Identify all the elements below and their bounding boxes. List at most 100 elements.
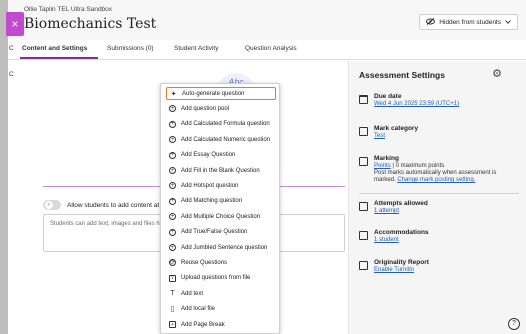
allow-content-toggle[interactable] (43, 200, 61, 210)
close-button[interactable]: × (6, 12, 24, 36)
tab-student-activity[interactable]: Student Activity (174, 45, 218, 52)
menu-item[interactable]: + Add Page Break (166, 318, 276, 331)
menu-item[interactable]: + Add Jumbled Sentence question (166, 241, 276, 254)
menu-item-label: Add Calculated Numeric question (181, 136, 271, 143)
mark-category-label: Mark category (374, 125, 419, 132)
menu-item[interactable]: + Add Calculated Numeric question (166, 133, 276, 146)
active-tab-indicator (20, 57, 98, 59)
accommodations-section: Accommodations 1 student (359, 229, 429, 243)
tab-bar: C Content and Settings Submissions (0) S… (8, 40, 526, 60)
menu-item[interactable]: + Add Multiple Choice Question (166, 210, 276, 223)
marking-section: Marking Points | 0 maximum points Post m… (359, 155, 496, 183)
assessment-settings-panel: Assessment Settings ⚙ Due date Wed 4 Jun… (348, 61, 526, 334)
accommodations-link[interactable]: 1 student (374, 237, 429, 243)
menu-item-label: Auto-generate question (182, 90, 245, 97)
page-title: Biomechanics Test (24, 16, 157, 32)
attempts-section: Attempts allowed 1 attempt (359, 200, 428, 214)
menu-item-label: Upload questions from file (181, 275, 251, 282)
plus-circle-icon: + (169, 120, 176, 128)
plus-circle-icon: + (169, 136, 176, 144)
plus-circle-icon: + (169, 105, 176, 113)
close-icon: × (11, 17, 19, 31)
menu-item-label: Add question pool (181, 105, 230, 112)
menu-item[interactable]: T Add text (166, 287, 276, 300)
menu-item[interactable]: + Add Essay Question (166, 149, 276, 162)
plus-circle-icon: + (169, 151, 176, 159)
points-link[interactable]: Points (374, 163, 391, 169)
page-break-icon: + (169, 321, 176, 328)
menu-item[interactable]: ⇪ Upload questions from file (166, 272, 276, 285)
menu-item[interactable]: + Add Matching question (166, 195, 276, 208)
allow-content-row: Allow students to add content at end (43, 200, 172, 210)
plus-circle-icon: + (169, 213, 176, 221)
tab-content-and-settings[interactable]: Content and Settings (22, 45, 87, 52)
change-mark-posting-link[interactable]: Change mark posting setting. (397, 177, 475, 183)
file-icon: ▯ (170, 306, 175, 314)
enable-turnitin-link[interactable]: Enable Turnitin (374, 267, 429, 273)
menu-item-label: Add Hotspot question (181, 182, 239, 189)
plus-circle-icon: + (169, 228, 176, 236)
menu-item[interactable]: + Add Hotspot question (166, 179, 276, 192)
menu-item-label: Reuse Questions (181, 259, 228, 266)
marking-change-line: marked. Change mark posting setting. (374, 177, 496, 183)
settings-title: Assessment Settings (359, 70, 445, 80)
plus-circle-icon: + (169, 244, 176, 251)
marking-post-text: Post marks automatically when assessment… (374, 170, 497, 176)
marking-points: Points | 0 maximum points (374, 163, 496, 169)
due-date-link[interactable]: Wed 4 Jun 2025 23:59 (UTC+1) (374, 101, 459, 107)
menu-item[interactable]: ✦ Auto-generate question (166, 87, 276, 100)
mark-category-section: Mark category Test (359, 125, 418, 139)
content-edge-fragment: C (9, 71, 14, 78)
mark-category-link[interactable]: Test (374, 133, 418, 139)
menu-item-label: Add Essay Question (181, 152, 236, 159)
menu-item[interactable]: + Add Calculated Formula question (166, 118, 276, 131)
menu-item-label: Add True/False Question (181, 229, 248, 236)
page-header: Ollie Taplin TEL Ultra Sandbox Biomechan… (8, 0, 526, 40)
menu-item-label: Add Page Break (181, 321, 225, 328)
tab-edge-fragment: C (9, 45, 14, 52)
page-edge-overlay (0, 0, 8, 334)
menu-item-label: Add Calculated Formula question (181, 121, 270, 128)
menu-item[interactable]: + Add True/False Question (166, 226, 276, 239)
marking-prefix: marked. (374, 177, 398, 183)
menu-item-label: Add text (181, 290, 204, 297)
gear-icon[interactable]: ⚙ (492, 67, 502, 80)
checkbox-icon (359, 202, 368, 211)
visibility-label: Hidden from students (439, 18, 501, 26)
originality-section: Originality Report Enable Turnitin (359, 259, 429, 273)
upload-icon: ⇪ (169, 274, 176, 282)
calendar-icon (359, 95, 368, 104)
chevron-down-icon (505, 19, 511, 26)
help-icon[interactable]: ? (508, 318, 520, 330)
document-icon (359, 127, 368, 136)
marking-label: Marking (374, 155, 399, 162)
plus-circle-icon: + (169, 182, 176, 190)
menu-item[interactable]: ⟳ Reuse Questions (166, 256, 276, 269)
student-content-placeholder: Students can add text, images and files … (50, 221, 169, 227)
visibility-dropdown[interactable]: Hidden from students (419, 14, 518, 30)
tab-submissions[interactable]: Submissions (0) (107, 45, 154, 52)
accommodations-label: Accommodations (374, 229, 429, 236)
report-icon (359, 261, 368, 270)
menu-item-label: Add Jumbled Sentence question (181, 244, 268, 251)
plus-circle-icon: + (169, 197, 176, 205)
menu-item[interactable]: ▯ Add local file (166, 303, 276, 316)
attempts-link[interactable]: 1 attempt (374, 208, 428, 214)
points-text: | 0 maximum points (390, 163, 445, 169)
course-title: Ollie Taplin TEL Ultra Sandbox (24, 6, 113, 13)
menu-item[interactable]: + Add Fill in the Blank Question (166, 164, 276, 177)
menu-item-label: Add local file (181, 306, 216, 313)
menu-item-label: Add Multiple Choice Question (181, 213, 261, 220)
accommodations-icon (359, 231, 368, 240)
text-icon: T (170, 290, 175, 298)
menu-item-label: Add Matching question (181, 198, 243, 205)
plus-circle-icon: + (169, 167, 176, 174)
due-date-section: Due date Wed 4 Jun 2025 23:59 (UTC+1) (359, 93, 459, 107)
add-content-menu: ✦ Auto-generate question + Add question poo… (160, 83, 280, 334)
tab-question-analysis[interactable]: Question Analysis (245, 45, 297, 52)
magic-wand-icon: ✦ (170, 90, 177, 98)
menu-item-label: Add Fill in the Blank Question (181, 167, 260, 174)
menu-item[interactable]: + Add question pool (166, 102, 276, 115)
eye-slash-icon (426, 17, 436, 27)
settings-divider (359, 193, 519, 194)
